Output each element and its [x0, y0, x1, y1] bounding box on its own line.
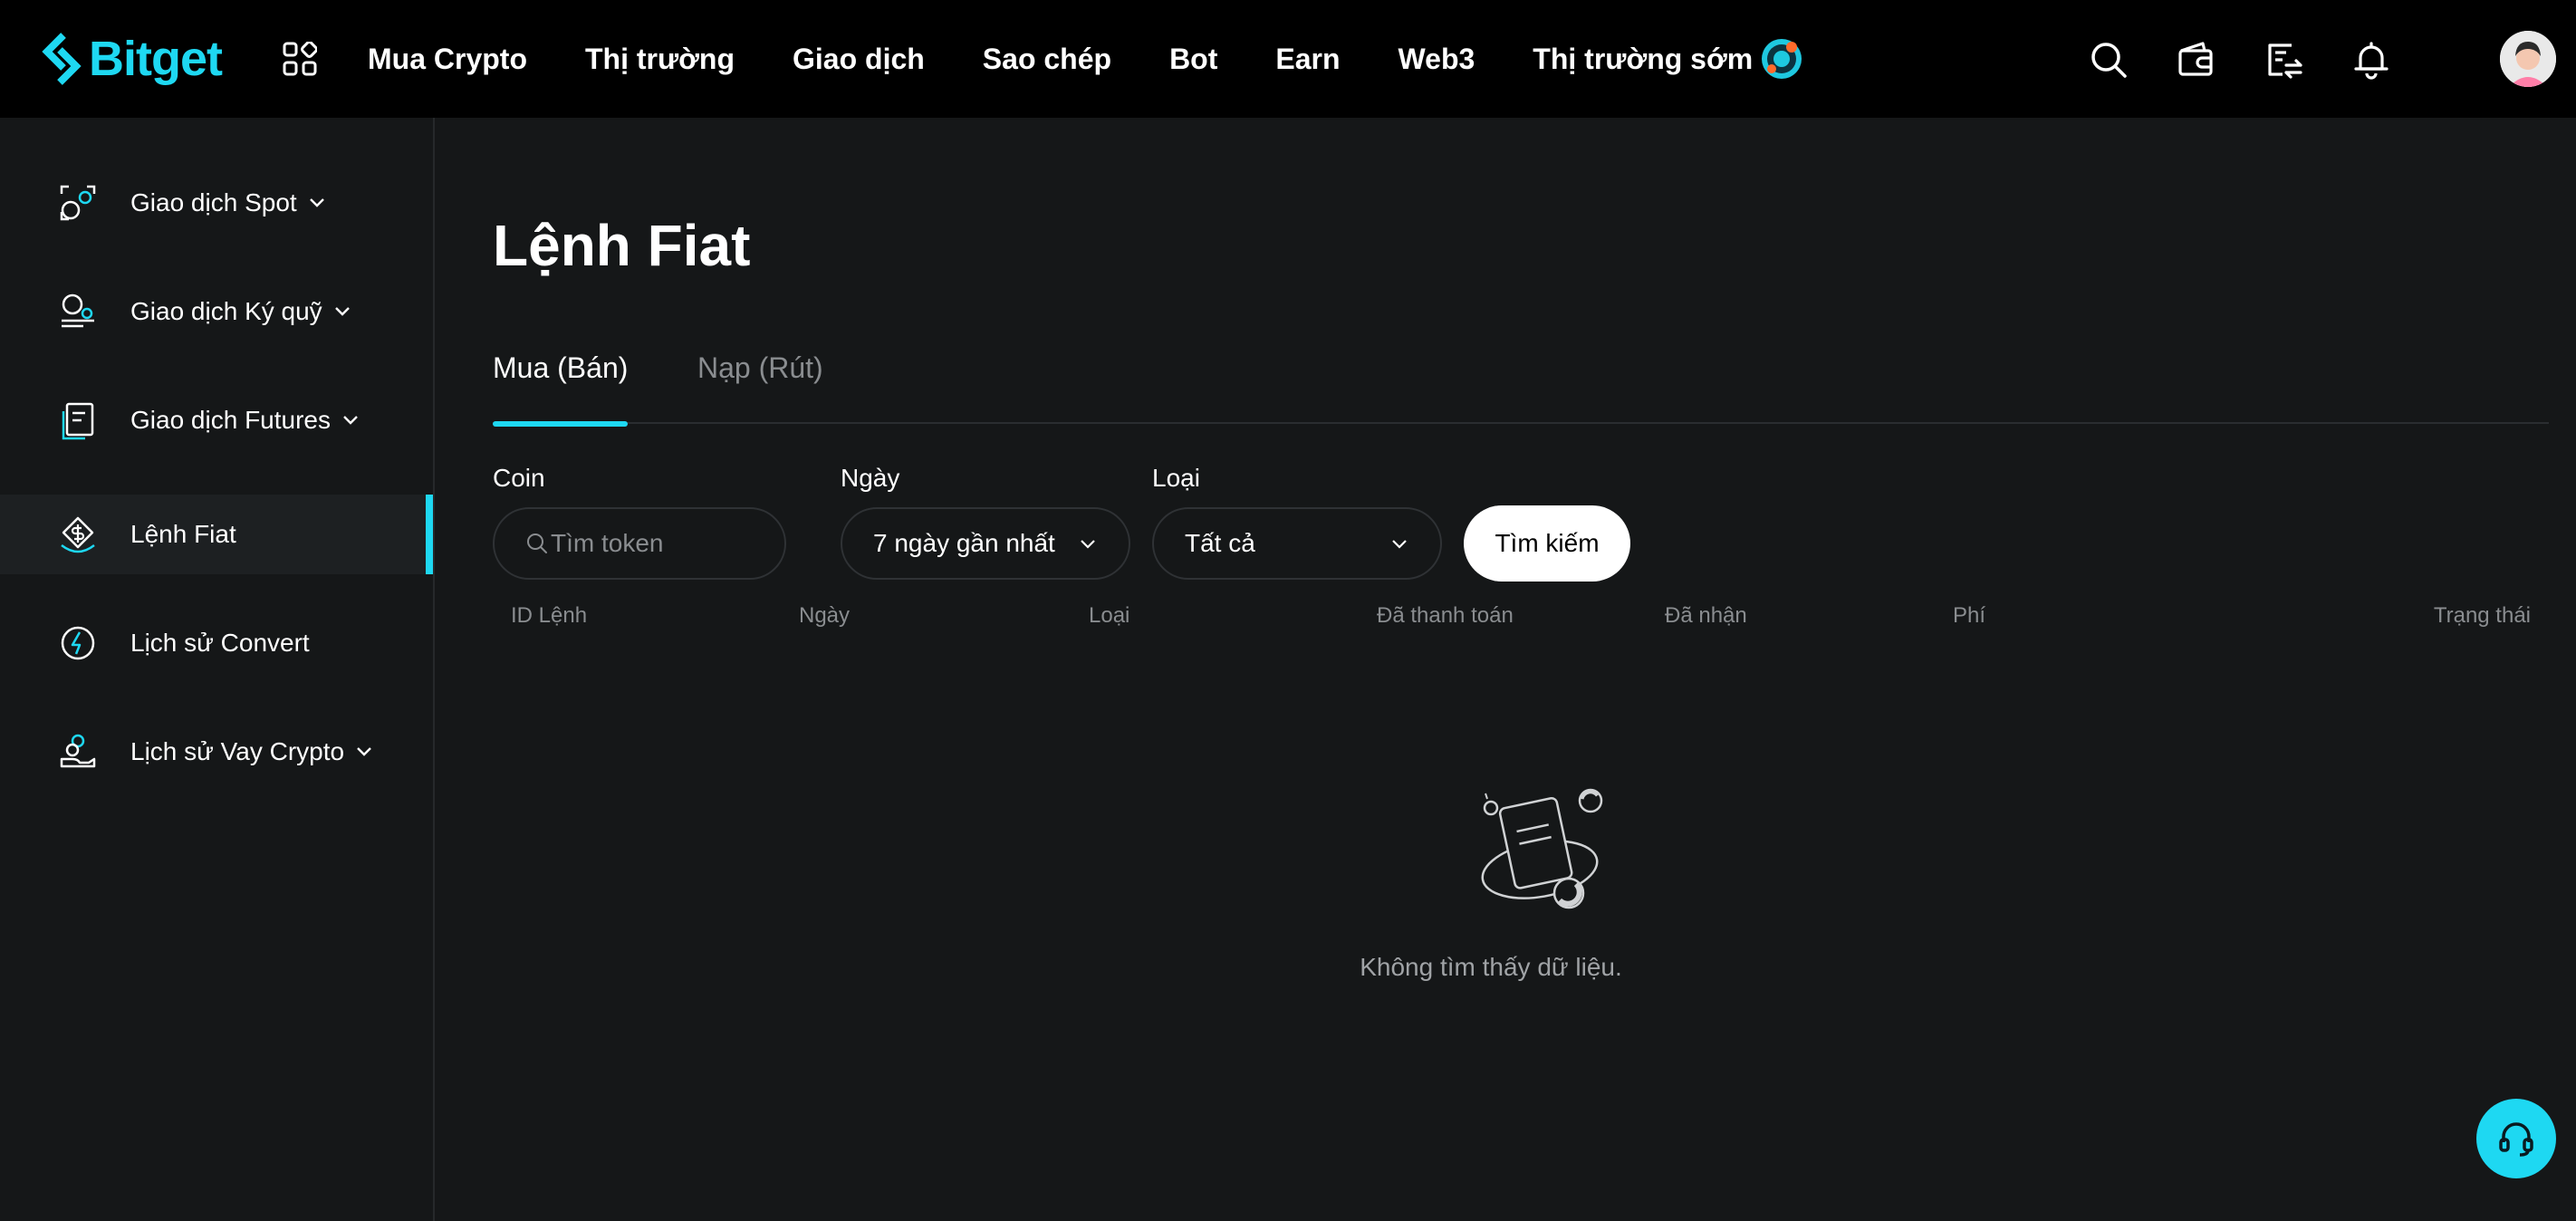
empty-state-text: Không tìm thấy dữ liệu. — [1360, 953, 1622, 981]
futures-icon — [62, 402, 94, 440]
avatar[interactable] — [2500, 31, 2556, 87]
bell-icon[interactable] — [2351, 40, 2391, 80]
nav-earn[interactable]: Earn — [1275, 43, 1340, 76]
user-avatar-icon — [2500, 31, 2556, 87]
chevron-down-icon — [334, 307, 350, 316]
coin-search-field — [493, 507, 786, 580]
column-header-received: Đã nhận — [1665, 603, 1747, 628]
convert-icon — [61, 626, 95, 660]
customer-support-button[interactable] — [2476, 1099, 2556, 1178]
sidebar-item-margin[interactable]: Giao dịch Ký quỹ — [0, 272, 433, 351]
main-content: Lệnh Fiat Mua (Bán) Nạp (Rút) Coin Ngày … — [435, 118, 2576, 1221]
sidebar-item-label: Lệnh Fiat — [130, 520, 236, 548]
nav-buy-crypto[interactable]: Mua Crypto — [368, 43, 527, 76]
sidebar: Giao dịch Spot Giao dịch Ký quỹ Giao dịc… — [0, 118, 435, 1221]
nav-web3[interactable]: Web3 — [1399, 43, 1475, 76]
coin-search-input[interactable] — [551, 529, 777, 558]
spot-icon — [60, 185, 96, 221]
search-button[interactable]: Tìm kiếm — [1464, 505, 1630, 582]
wallet-icon[interactable] — [2176, 40, 2216, 80]
chevron-down-icon — [1081, 540, 1095, 549]
date-filter-label: Ngày — [841, 464, 900, 492]
type-select[interactable]: Tất cả — [1152, 507, 1442, 580]
type-value: Tất cả — [1185, 529, 1255, 557]
sidebar-item-loan-history[interactable]: Lịch sử Vay Crypto — [0, 712, 433, 792]
sidebar-item-label: Lịch sử Convert — [130, 629, 310, 657]
chevron-down-icon — [343, 416, 358, 425]
column-header-type: Loại — [1089, 603, 1130, 628]
margin-icon — [62, 293, 94, 328]
nav-bot[interactable]: Bot — [1169, 43, 1217, 76]
date-range-select[interactable]: 7 ngày gần nhất — [841, 507, 1130, 580]
sidebar-item-convert-history[interactable]: Lịch sử Convert — [0, 603, 433, 683]
sidebar-item-futures[interactable]: Giao dịch Futures — [0, 380, 433, 460]
page-title: Lệnh Fiat — [493, 213, 751, 278]
coin-filter-label: Coin — [493, 464, 545, 492]
chevron-down-icon — [357, 747, 371, 756]
bitget-logo-icon — [42, 33, 82, 85]
nav-trade[interactable]: Giao dịch — [793, 43, 925, 76]
tab-deposit-withdraw[interactable]: Nạp (Rút) — [697, 351, 823, 424]
date-range-value: 7 ngày gần nhất — [873, 529, 1055, 557]
tab-buy-sell[interactable]: Mua (Bán) — [493, 351, 629, 427]
apps-grid-icon[interactable] — [283, 42, 317, 76]
sidebar-item-fiat-orders[interactable]: Lệnh Fiat — [0, 495, 433, 574]
order-tabs: Mua (Bán) Nạp (Rút) — [493, 351, 2549, 427]
sidebar-item-label: Giao dịch Ký quỹ — [130, 297, 322, 325]
sidebar-item-label: Lịch sử Vay Crypto — [130, 737, 345, 765]
brand-name: Bitget — [89, 32, 223, 86]
orders-icon[interactable] — [2264, 40, 2304, 80]
sidebar-item-spot[interactable]: Giao dịch Spot — [0, 163, 433, 243]
nav-copy[interactable]: Sao chép — [983, 43, 1111, 76]
top-navbar: Bitget Mua Crypto Thị trường Giao dịch S… — [0, 0, 2576, 118]
fiat-icon — [61, 516, 95, 553]
type-filter-label: Loại — [1152, 464, 1200, 492]
nav-markets[interactable]: Thị trường — [585, 43, 735, 76]
main-nav: Mua Crypto Thị trường Giao dịch Sao chép… — [368, 0, 1811, 118]
column-header-paid: Đã thanh toán — [1377, 603, 1514, 628]
search-icon[interactable] — [2089, 40, 2129, 80]
headset-icon — [2499, 1122, 2533, 1157]
empty-state-icon — [1481, 788, 1603, 909]
chevron-down-icon — [1392, 540, 1407, 549]
column-header-date: Ngày — [799, 603, 851, 628]
sidebar-item-label: Giao dịch Futures — [130, 406, 331, 434]
search-icon — [527, 534, 547, 553]
column-header-status: Trạng thái — [2433, 603, 2531, 628]
bitget-logo[interactable]: Bitget — [40, 27, 223, 91]
loan-icon — [60, 734, 96, 768]
column-header-fee: Phí — [1953, 603, 1986, 628]
sidebar-item-label: Giao dịch Spot — [130, 188, 297, 216]
chevron-down-icon — [309, 198, 324, 207]
promo-orb-icon[interactable] — [1759, 36, 1804, 82]
nav-pre-market[interactable]: Thị trường sớm — [1533, 43, 1753, 76]
column-header-order-id: ID Lệnh — [511, 603, 588, 628]
